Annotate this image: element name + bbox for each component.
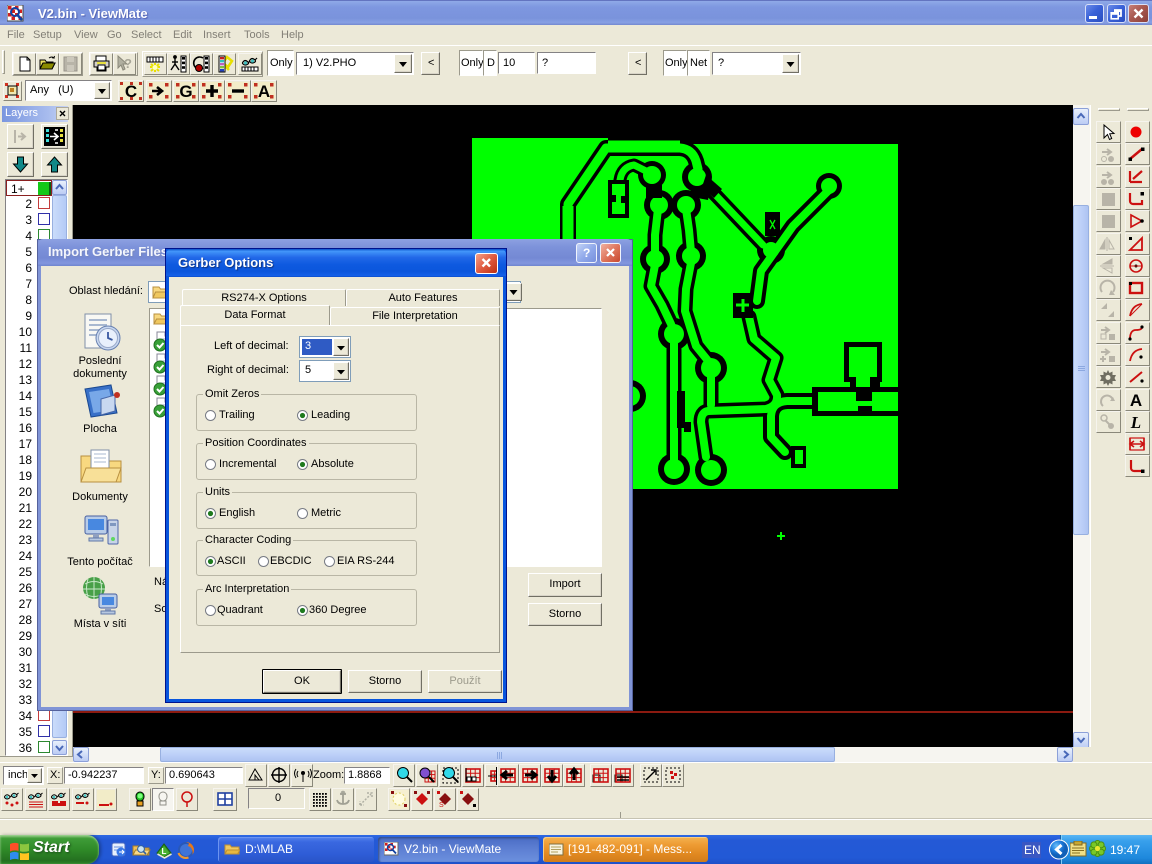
svg-text:S: S — [439, 802, 444, 809]
svg-text:A: A — [258, 82, 270, 101]
svg-text:A: A — [1130, 391, 1142, 410]
svg-text:?: ? — [124, 56, 132, 71]
svg-text:G: G — [179, 82, 192, 101]
svg-text:C: C — [125, 82, 137, 101]
svg-text:L: L — [162, 847, 167, 856]
svg-text:L: L — [1130, 413, 1141, 432]
